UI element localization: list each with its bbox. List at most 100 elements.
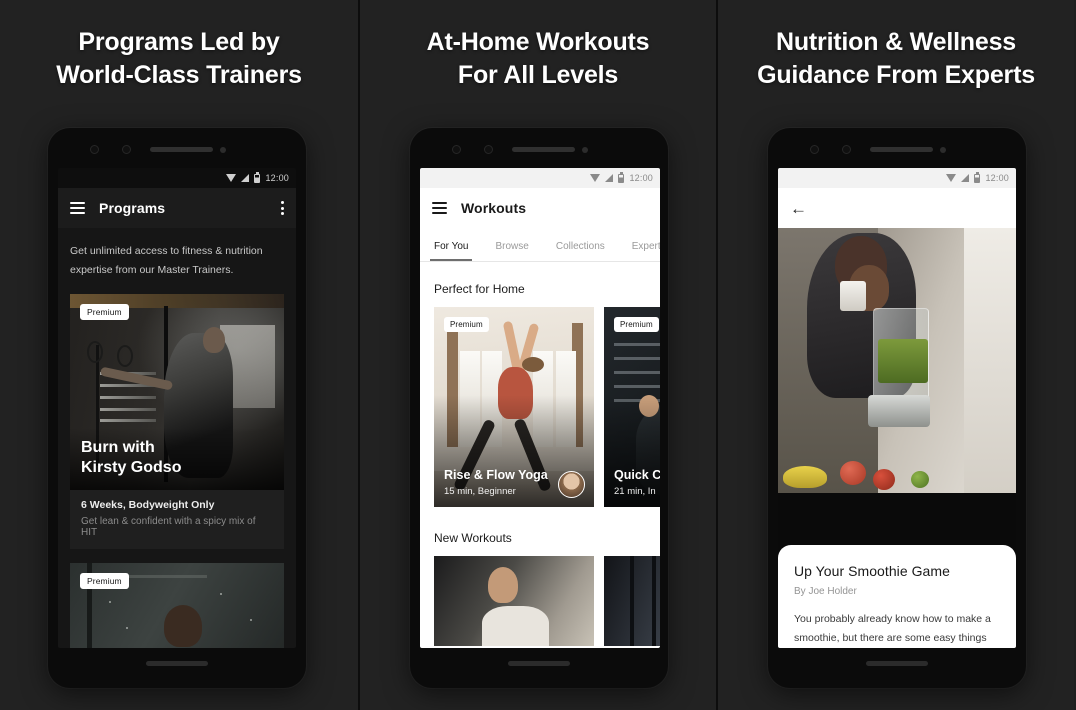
headline-line-2: For All Levels (457, 61, 619, 89)
status-bar-time: 12:00 (265, 173, 289, 183)
workout-tile[interactable]: Premium Quick C 21 min, In (604, 307, 660, 507)
phone-top-bezel (410, 128, 668, 168)
headline-line-1: Nutrition & Wellness (775, 28, 1016, 56)
section-title-perfect-for-home: Perfect for Home (434, 282, 525, 296)
tab-expert[interactable]: Expert (632, 241, 660, 261)
kebab-menu-icon[interactable] (281, 201, 284, 215)
program-card-overlay: Burn with Kirsty Godso (70, 428, 284, 490)
intro-text: Get unlimited access to fitness & nutrit… (70, 245, 263, 276)
program-card-title-line-1: Burn with (81, 439, 155, 456)
battery-icon (974, 171, 981, 183)
light-sensor-icon (484, 145, 493, 154)
signal-icon (605, 174, 614, 182)
workout-tile-title: Quick C (614, 468, 660, 482)
gallery-panel-workouts: At-Home Workouts For All Levels 12:00 Wo… (358, 0, 716, 710)
phone-mockup: 12:00 Programs Get unlimited access to f… (48, 128, 306, 688)
program-card-meta: 6 Weeks, Bodyweight Only (81, 499, 215, 511)
panel-headline: Programs Led by World-Class Trainers (0, 26, 358, 92)
phone-top-bezel (768, 128, 1026, 168)
status-bar: 12:00 (420, 168, 660, 188)
light-sensor-icon (842, 145, 851, 154)
phone-mockup: 12:00 ← Up Your Smoothie Game By Joe Hol… (768, 128, 1026, 688)
app-bar-title: Programs (99, 200, 166, 216)
article-author: By Joe Holder (794, 586, 857, 597)
article-content: Up Your Smoothie Game By Joe Holder You … (778, 228, 1016, 648)
proximity-sensor-icon (452, 145, 461, 154)
battery-icon (254, 171, 261, 183)
workout-tile[interactable]: Premium Rise & Flow Yoga 15 min, Beginne… (434, 307, 594, 507)
app-bar: ← (778, 188, 1016, 228)
workout-tile[interactable] (604, 556, 660, 646)
workout-tile-meta: 21 min, In (614, 486, 656, 497)
tab-browse[interactable]: Browse (495, 241, 528, 261)
headline-line-1: Programs Led by (78, 28, 280, 56)
light-sensor-icon (122, 145, 131, 154)
headline-line-2: World-Class Trainers (56, 61, 302, 89)
panel-headline: Nutrition & Wellness Guidance From Exper… (718, 26, 1074, 92)
app-bar: Programs (58, 188, 296, 228)
tab-for-you[interactable]: For You (429, 241, 474, 261)
signal-icon (961, 174, 970, 182)
phone-screen: 12:00 Workouts For You Browse Collection… (420, 168, 660, 648)
hamburger-menu-icon[interactable] (432, 202, 447, 214)
status-bar-time: 12:00 (629, 173, 653, 183)
battery-icon (618, 171, 625, 183)
bottom-speaker (146, 661, 208, 666)
signal-icon (241, 174, 250, 182)
section-title-new-workouts: New Workouts (434, 531, 512, 545)
phone-screen: 12:00 Programs Get unlimited access to f… (58, 168, 296, 648)
app-bar-title: Workouts (461, 200, 527, 216)
workout-carousel[interactable]: Premium Rise & Flow Yoga 15 min, Beginne… (420, 307, 660, 507)
program-card-description: Get lean & confident with a spicy mix of… (81, 516, 256, 538)
workouts-content: For You Browse Collections Expert Perfec… (420, 228, 660, 648)
screenshot-gallery: Programs Led by World-Class Trainers 12:… (0, 0, 1076, 710)
earpiece-speaker (870, 147, 933, 152)
trainer-avatar (558, 471, 585, 498)
program-card[interactable]: Premium Burn with Kirsty Godso 6 Weeks, … (70, 294, 284, 549)
app-bar: Workouts (420, 188, 660, 228)
gallery-panel-programs: Programs Led by World-Class Trainers 12:… (0, 0, 358, 710)
article-body: You probably already know how to make a … (794, 613, 991, 644)
premium-badge: Premium (444, 317, 489, 332)
article-title: Up Your Smoothie Game (794, 563, 950, 579)
status-bar: 12:00 (58, 168, 296, 188)
back-arrow-icon[interactable]: ← (790, 200, 807, 217)
wifi-icon (590, 174, 601, 182)
proximity-sensor-icon (810, 145, 819, 154)
status-bar: 12:00 (778, 168, 1016, 188)
program-card-secondary[interactable]: Premium (70, 563, 284, 648)
premium-badge: Premium (614, 317, 659, 332)
proximity-sensor-icon (90, 145, 99, 154)
phone-mockup: 12:00 Workouts For You Browse Collection… (410, 128, 668, 688)
new-workout-carousel[interactable] (420, 556, 660, 646)
front-camera-icon (582, 147, 588, 153)
program-card-image: Premium Burn with Kirsty Godso (70, 294, 284, 490)
bottom-speaker (866, 661, 928, 666)
front-camera-icon (220, 147, 226, 153)
wifi-icon (226, 174, 237, 182)
premium-badge: Premium (80, 304, 129, 320)
headline-line-1: At-Home Workouts (426, 28, 650, 56)
phone-top-bezel (48, 128, 306, 168)
article-hero-image (778, 228, 1016, 493)
article-card: Up Your Smoothie Game By Joe Holder You … (778, 545, 1016, 648)
wifi-icon (946, 174, 957, 182)
workout-tile[interactable] (434, 556, 594, 646)
workout-tile-text: Quick C 21 min, In (614, 468, 660, 497)
workout-tile-meta: 15 min, Beginner (444, 486, 516, 497)
front-camera-icon (940, 147, 946, 153)
workout-tile-text: Rise & Flow Yoga 15 min, Beginner (444, 468, 548, 497)
headline-line-2: Guidance From Experts (757, 61, 1035, 89)
earpiece-speaker (150, 147, 213, 152)
smoothie-photo (778, 228, 1016, 493)
programs-content: Get unlimited access to fitness & nutrit… (58, 228, 296, 648)
tab-bar: For You Browse Collections Expert (420, 228, 660, 262)
tab-collections[interactable]: Collections (556, 241, 605, 261)
gallery-panel-nutrition: Nutrition & Wellness Guidance From Exper… (716, 0, 1074, 710)
hamburger-menu-icon[interactable] (70, 202, 85, 214)
status-bar-time: 12:00 (985, 173, 1009, 183)
program-card-image: Premium (70, 563, 284, 648)
program-card-footer: 6 Weeks, Bodyweight Only Get lean & conf… (70, 490, 284, 549)
bottom-speaker (508, 661, 570, 666)
workout-photo (604, 556, 660, 646)
